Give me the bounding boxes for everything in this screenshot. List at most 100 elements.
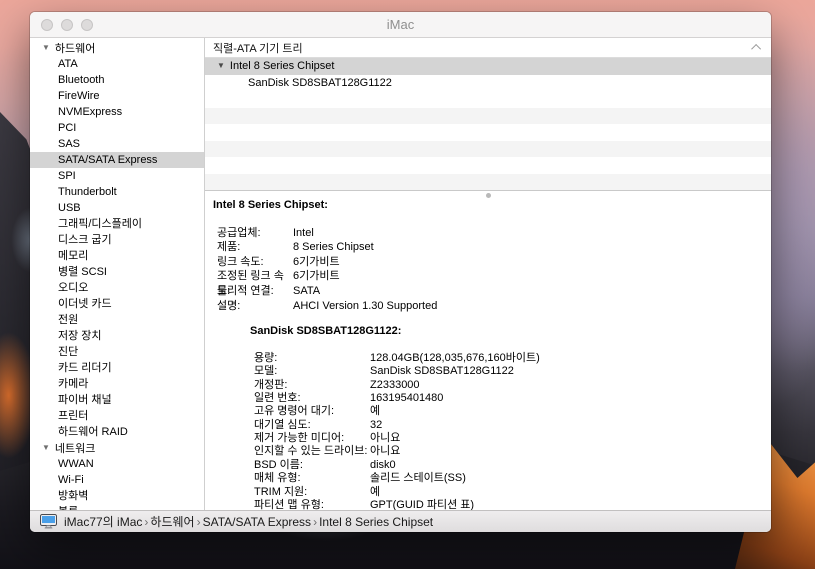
field-value: disk0 xyxy=(370,459,396,472)
window-titlebar[interactable]: iMac xyxy=(30,12,771,38)
breadcrumb-item[interactable]: iMac77의 iMac xyxy=(64,513,142,530)
desktop-wallpaper: iMac ▼하드웨어ATABluetoothFireWireNVMExpress… xyxy=(0,0,815,569)
detail-field: 고유 명령어 대기:예 xyxy=(250,405,771,418)
device-tree-column-header[interactable]: 직렬-ATA 기기 트리 xyxy=(205,38,771,58)
field-value: 163195401480 xyxy=(370,392,443,405)
sidebar-item[interactable]: 메모리 xyxy=(30,248,204,264)
sidebar-item[interactable]: SPI xyxy=(30,168,204,184)
field-label: 일련 번호: xyxy=(254,392,370,405)
zoom-button[interactable] xyxy=(81,19,93,31)
field-value: 6기가비트 xyxy=(293,255,340,270)
sidebar-item[interactable]: ATA xyxy=(30,56,204,72)
tree-row[interactable]: SanDisk SD8SBAT128G1122 xyxy=(205,75,771,92)
sidebar-item[interactable]: USB xyxy=(30,200,204,216)
field-value: SATA xyxy=(293,284,320,299)
field-label: BSD 이름: xyxy=(254,459,370,472)
sidebar-item[interactable]: 파이버 채널 xyxy=(30,392,204,408)
field-label: 물리적 연결: xyxy=(217,284,293,299)
tree-empty-row xyxy=(205,108,771,125)
minimize-button[interactable] xyxy=(61,19,73,31)
breadcrumb-separator: › xyxy=(142,515,150,529)
detail-field: 용량:128.04GB(128,035,676,160바이트) xyxy=(250,352,771,365)
field-value: 아니요 xyxy=(370,445,400,458)
sidebar-item[interactable]: 디스크 굽기 xyxy=(30,232,204,248)
breadcrumb-separator: › xyxy=(195,515,203,529)
sidebar-item[interactable]: 이더넷 카드 xyxy=(30,296,204,312)
breadcrumb-item[interactable]: SATA/SATA Express xyxy=(203,515,311,529)
detail-field: 링크 속도:6기가비트 xyxy=(213,255,771,270)
detail-field: 조정된 링크 속도:6기가비트 xyxy=(213,269,771,284)
detail-field: 물리적 연결:SATA xyxy=(213,284,771,299)
detail-field: 파티션 맵 유형:GPT(GUID 파티션 표) xyxy=(250,499,771,510)
sidebar-item[interactable]: Bluetooth xyxy=(30,72,204,88)
tree-empty-row xyxy=(205,174,771,191)
sidebar-item[interactable]: Wi-Fi xyxy=(30,472,204,488)
field-value: 예 xyxy=(370,405,380,418)
sidebar-item[interactable]: NVMExpress xyxy=(30,104,204,120)
section-title: Intel 8 Series Chipset: xyxy=(213,198,771,213)
detail-field: TRIM 지원:예 xyxy=(250,486,771,499)
tree-row-label: SanDisk SD8SBAT128G1122 xyxy=(248,77,392,89)
field-label: 공급업체: xyxy=(217,226,293,241)
sidebar-item[interactable]: 진단 xyxy=(30,344,204,360)
sidebar-item[interactable]: 프린터 xyxy=(30,408,204,424)
field-label: 인지할 수 있는 드라이브: xyxy=(254,445,370,458)
sidebar-item[interactable]: WWAN xyxy=(30,456,204,472)
pane-splitter[interactable] xyxy=(205,190,771,198)
field-value: 32 xyxy=(370,419,382,432)
sidebar-item[interactable]: Thunderbolt xyxy=(30,184,204,200)
sidebar-item[interactable]: 저장 장치 xyxy=(30,328,204,344)
window-body: ▼하드웨어ATABluetoothFireWireNVMExpressPCISA… xyxy=(30,38,771,510)
field-label: 개정판: xyxy=(254,379,370,392)
breadcrumb: iMac77의 iMac›하드웨어›SATA/SATA Express›Inte… xyxy=(64,513,433,530)
close-button[interactable] xyxy=(41,19,53,31)
disclosure-triangle-icon: ▼ xyxy=(42,444,50,452)
sidebar-item[interactable]: 그래픽/디스플레이 xyxy=(30,216,204,232)
field-value: Z2333000 xyxy=(370,379,420,392)
sidebar-item[interactable]: 오디오 xyxy=(30,280,204,296)
field-value: SanDisk SD8SBAT128G1122 xyxy=(370,365,514,378)
sidebar-item[interactable]: SATA/SATA Express xyxy=(30,152,204,168)
sidebar-item[interactable]: 방화벽 xyxy=(30,488,204,504)
detail-field: BSD 이름:disk0 xyxy=(250,459,771,472)
field-value: Intel xyxy=(293,226,314,241)
detail-field: 대기열 심도:32 xyxy=(250,419,771,432)
detail-field: 일련 번호:163195401480 xyxy=(250,392,771,405)
sidebar-group-header[interactable]: ▼네트워크 xyxy=(30,440,204,456)
field-value: 128.04GB(128,035,676,160바이트) xyxy=(370,352,540,365)
breadcrumb-separator: › xyxy=(311,515,319,529)
detail-field: 모델:SanDisk SD8SBAT128G1122 xyxy=(250,365,771,378)
disclosure-triangle-icon[interactable]: ▼ xyxy=(217,62,225,70)
detail-field: 제거 가능한 미디어:아니요 xyxy=(250,432,771,445)
sidebar-item[interactable]: SAS xyxy=(30,136,204,152)
field-label: 조정된 링크 속도: xyxy=(217,269,293,284)
main-panel: 직렬-ATA 기기 트리 ▼Intel 8 Series ChipsetSanD… xyxy=(205,38,771,510)
sidebar-item[interactable]: 하드웨어 RAID xyxy=(30,424,204,440)
field-label: 고유 명령어 대기: xyxy=(254,405,370,418)
sidebar-item[interactable]: 카메라 xyxy=(30,376,204,392)
tree-empty-row xyxy=(205,157,771,174)
detail-field: 공급업체:Intel xyxy=(213,226,771,241)
field-label: 대기열 심도: xyxy=(254,419,370,432)
sidebar-item[interactable]: PCI xyxy=(30,120,204,136)
breadcrumb-item[interactable]: Intel 8 Series Chipset xyxy=(319,515,433,529)
tree-row[interactable]: ▼Intel 8 Series Chipset xyxy=(205,58,771,75)
field-value: 8 Series Chipset xyxy=(293,240,374,255)
breadcrumb-bar: iMac77의 iMac›하드웨어›SATA/SATA Express›Inte… xyxy=(30,510,771,532)
category-sidebar: ▼하드웨어ATABluetoothFireWireNVMExpressPCISA… xyxy=(30,38,205,510)
sidebar-group-header[interactable]: ▼하드웨어 xyxy=(30,40,204,56)
tree-empty-row xyxy=(205,124,771,141)
sidebar-item[interactable]: FireWire xyxy=(30,88,204,104)
splitter-handle-icon xyxy=(486,193,491,198)
breadcrumb-item[interactable]: 하드웨어 xyxy=(150,513,194,530)
window-title: iMac xyxy=(387,17,414,32)
tree-empty-row xyxy=(205,91,771,108)
sidebar-item[interactable]: 카드 리더기 xyxy=(30,360,204,376)
window-controls xyxy=(41,19,93,31)
sidebar-item[interactable]: 전원 xyxy=(30,312,204,328)
tree-empty-row xyxy=(205,141,771,158)
details-section: Intel 8 Series Chipset:공급업체:Intel제품:8 Se… xyxy=(213,198,771,313)
field-value: 6기가비트 xyxy=(293,269,340,284)
sidebar-item[interactable]: 병렬 SCSI xyxy=(30,264,204,280)
field-value: AHCI Version 1.30 Supported xyxy=(293,299,437,314)
